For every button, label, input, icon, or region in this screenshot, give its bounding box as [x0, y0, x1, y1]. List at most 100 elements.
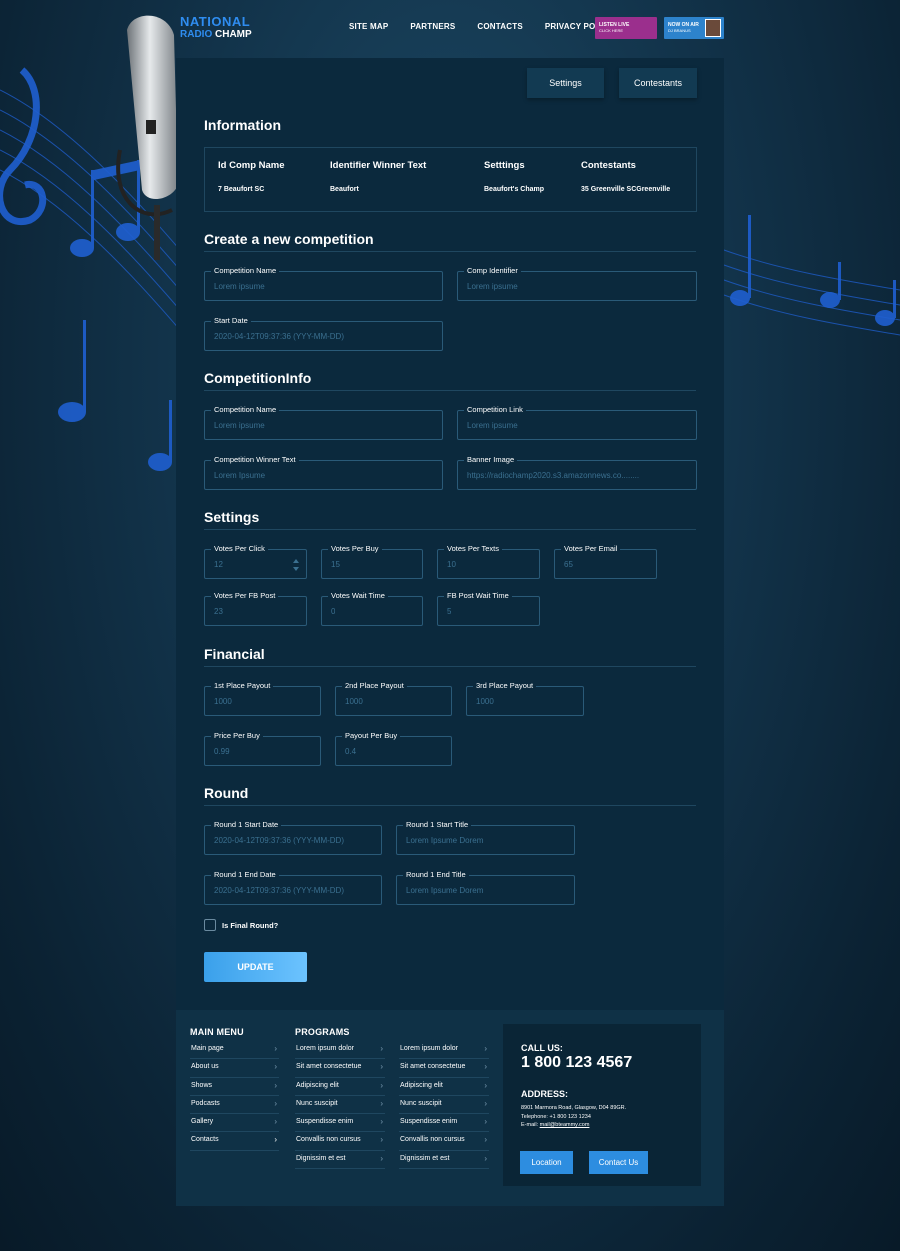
competition-name-field[interactable]: Competition Name Lorem ipsume [204, 266, 443, 301]
nav-contacts[interactable]: CONTACTS [477, 22, 522, 31]
chevron-right-icon: › [484, 1135, 487, 1145]
field-value: 10 [447, 560, 456, 569]
program-link[interactable]: Lorem ipsum dolor › [295, 1041, 385, 1060]
chevron-right-icon: › [380, 1044, 383, 1053]
program-link[interactable]: Suspendisse enim › [295, 1114, 385, 1133]
field-label: Start Date [211, 316, 251, 326]
contact-us-button[interactable]: Contact Us [589, 1151, 648, 1174]
votes-per-email-field[interactable]: Votes Per Email 65 [554, 544, 657, 579]
program-link[interactable]: Convallis non cursus › [399, 1132, 489, 1151]
logo-line2: RADIO CHAMP [180, 29, 252, 40]
footer-link[interactable]: Gallery › [190, 1114, 279, 1133]
field-label: 2nd Place Payout [342, 681, 407, 691]
footer-link[interactable]: Shows › [190, 1078, 279, 1096]
program-link[interactable]: Suspendisse enim › [399, 1114, 489, 1133]
information-table: Id Comp Name Identifier Winner Text Sett… [204, 147, 697, 212]
program-link[interactable]: Sit amet consectetue › [295, 1059, 385, 1078]
field-label: Price Per Buy [211, 731, 263, 741]
info-header-settings: Setttings [484, 160, 525, 171]
info-header-contestants: Contestants [581, 160, 636, 171]
field-value: Lorem Ipsume [214, 471, 266, 480]
program-link[interactable]: Convallis non cursus › [295, 1132, 385, 1151]
listen-live-button[interactable]: LISTEN LIVE CLICK HERE [595, 17, 657, 39]
round-end-title-field[interactable]: Round 1 End Title Lorem Ipsume Dorem [396, 870, 575, 905]
site-logo[interactable]: NATIONAL RADIO CHAMP [180, 15, 252, 41]
field-label: 3rd Place Payout [473, 681, 537, 691]
field-value: 0.4 [345, 747, 357, 756]
email-line: E-mail: mail@bteammy.com [521, 1122, 590, 1128]
field-label: 1st Place Payout [211, 681, 274, 691]
info-value-contestants: 35 Greenville SCGreenville [581, 186, 671, 193]
music-note-icon [148, 453, 172, 471]
info-value-id-comp-name: 7 Beaufort SC [218, 186, 265, 193]
field-value: 1000 [214, 697, 232, 706]
footer-link[interactable]: Podcasts › [190, 1096, 279, 1115]
second-place-payout-field[interactable]: 2nd Place Payout 1000 [335, 681, 452, 716]
listen-live-sub: CLICK HERE [599, 28, 624, 33]
field-value: 1000 [345, 697, 363, 706]
footer-link[interactable]: Contacts › [190, 1132, 279, 1151]
competition-link-field[interactable]: Competition Link Lorem ipsume [457, 405, 697, 440]
top-nav: SITE MAP PARTNERS CONTACTS PRIVACY POLIC… [349, 22, 637, 31]
field-value: 5 [447, 607, 452, 616]
fb-post-wait-time-field[interactable]: FB Post Wait Time 5 [437, 591, 540, 626]
spinner-arrows-icon[interactable] [292, 558, 300, 572]
chevron-right-icon: › [274, 1117, 277, 1127]
music-note-icon [820, 292, 840, 308]
footer-link[interactable]: Main page › [190, 1041, 279, 1060]
field-value: Lorem Ipsume Dorem [406, 886, 484, 895]
program-link[interactable]: Dignissim et est › [295, 1151, 385, 1170]
call-us-label: CALL US: [521, 1043, 563, 1053]
chevron-right-icon: › [380, 1153, 383, 1163]
chevron-right-icon: › [380, 1080, 383, 1090]
program-link[interactable]: Sit amet consectetue › [399, 1059, 489, 1078]
votes-per-fb-post-field[interactable]: Votes Per FB Post 23 [204, 591, 307, 626]
price-per-buy-field[interactable]: Price Per Buy 0.99 [204, 731, 321, 766]
program-link[interactable]: Lorem ipsum dolor › [399, 1041, 489, 1060]
info-header-id-comp-name: Id Comp Name [218, 160, 285, 171]
field-label: Round 1 End Title [403, 870, 469, 880]
chevron-right-icon: › [274, 1080, 277, 1090]
info-header-identifier-winner-text: Identifier Winner Text [330, 160, 427, 171]
third-place-payout-field[interactable]: 3rd Place Payout 1000 [466, 681, 584, 716]
email-link[interactable]: mail@bteammy.com [540, 1122, 590, 1128]
field-label: Votes Per Texts [444, 544, 502, 554]
round-start-title-field[interactable]: Round 1 Start Title Lorem Ipsume Dorem [396, 820, 575, 855]
programs-title: PROGRAMS [295, 1027, 350, 1037]
field-label: Votes Per Email [561, 544, 621, 554]
nav-site-map[interactable]: SITE MAP [349, 22, 388, 31]
votes-per-texts-field[interactable]: Votes Per Texts 10 [437, 544, 540, 579]
now-on-air-button[interactable]: NOW ON AIR DJ BRANUS [664, 17, 724, 39]
votes-per-buy-field[interactable]: Votes Per Buy 15 [321, 544, 423, 579]
program-link[interactable]: Nunc suscipit › [295, 1096, 385, 1115]
votes-per-click-stepper[interactable]: Votes Per Click 12 [204, 544, 307, 579]
program-link[interactable]: Adipiscing elit › [399, 1078, 489, 1096]
field-label: Votes Per Buy [328, 544, 382, 554]
round-end-date-field[interactable]: Round 1 End Date 2020-04-12T09:37:36 (YY… [204, 870, 382, 905]
program-link[interactable]: Nunc suscipit › [399, 1096, 489, 1115]
divider [204, 390, 696, 391]
votes-wait-time-field[interactable]: Votes Wait Time 0 [321, 591, 423, 626]
comp-identifier-field[interactable]: Comp Identifier Lorem ipsume [457, 266, 697, 301]
information-title: Information [204, 117, 281, 133]
competition-name-field[interactable]: Competition Name Lorem ipsume [204, 405, 443, 440]
chevron-right-icon: › [274, 1044, 277, 1053]
start-date-field[interactable]: Start Date 2020-04-12T09:37:36 (YYY-MM-D… [204, 316, 443, 351]
tab-settings[interactable]: Settings [527, 68, 604, 98]
payout-per-buy-field[interactable]: Payout Per Buy 0.4 [335, 731, 452, 766]
tab-contestants[interactable]: Contestants [619, 68, 697, 98]
first-place-payout-field[interactable]: 1st Place Payout 1000 [204, 681, 321, 716]
round-start-date-field[interactable]: Round 1 Start Date 2020-04-12T09:37:36 (… [204, 820, 382, 855]
banner-image-field[interactable]: Banner Image https://radiochamp2020.s3.a… [457, 455, 697, 490]
final-round-checkbox[interactable] [204, 919, 216, 931]
divider [204, 251, 696, 252]
competition-winner-text-field[interactable]: Competition Winner Text Lorem Ipsume [204, 455, 443, 490]
footer-link[interactable]: About us › [190, 1059, 279, 1078]
update-button[interactable]: UPDATE [204, 952, 307, 982]
field-value: 1000 [476, 697, 494, 706]
location-button[interactable]: Location [520, 1151, 573, 1174]
program-link[interactable]: Adipiscing elit › [295, 1078, 385, 1096]
nav-partners[interactable]: PARTNERS [410, 22, 455, 31]
program-link[interactable]: Dignissim et est › [399, 1151, 489, 1170]
chevron-right-icon: › [380, 1062, 383, 1072]
